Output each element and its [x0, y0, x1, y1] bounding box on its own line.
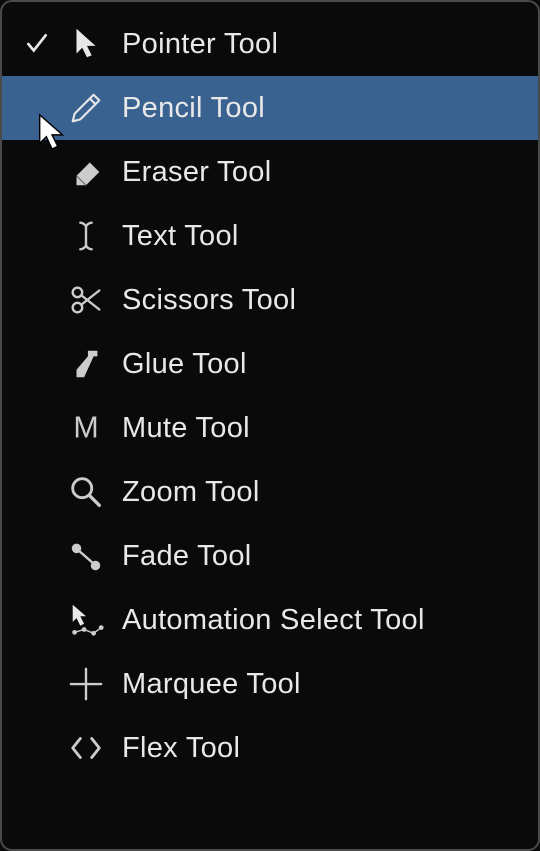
menu-item-glue[interactable]: Glue Tool	[2, 332, 538, 396]
glue-icon	[58, 345, 114, 383]
menu-label-fade: Fade Tool	[114, 540, 252, 573]
mute-icon: M	[58, 409, 114, 447]
menu-label-scissors: Scissors Tool	[114, 284, 296, 317]
menu-item-automation[interactable]: Automation Select Tool	[2, 588, 538, 652]
menu-item-fade[interactable]: Fade Tool	[2, 524, 538, 588]
menu-item-pointer[interactable]: Pointer Tool	[2, 12, 538, 76]
menu-label-text: Text Tool	[114, 220, 239, 253]
menu-item-zoom[interactable]: Zoom Tool	[2, 460, 538, 524]
menu-label-marquee: Marquee Tool	[114, 668, 301, 701]
menu-label-flex: Flex Tool	[114, 732, 240, 765]
menu-item-marquee[interactable]: Marquee Tool	[2, 652, 538, 716]
checkmark-icon	[24, 31, 50, 57]
menu-label-zoom: Zoom Tool	[114, 476, 260, 509]
menu-item-eraser[interactable]: Eraser Tool	[2, 140, 538, 204]
menu-label-pencil: Pencil Tool	[114, 92, 265, 125]
automation-icon	[58, 601, 114, 639]
menu-label-eraser: Eraser Tool	[114, 156, 271, 189]
pencil-icon	[58, 89, 114, 127]
flex-icon	[58, 729, 114, 767]
menu-item-pencil[interactable]: Pencil Tool	[2, 76, 538, 140]
menu-item-scissors[interactable]: Scissors Tool	[2, 268, 538, 332]
menu-item-mute[interactable]: M Mute Tool	[2, 396, 538, 460]
pointer-icon	[58, 25, 114, 63]
zoom-icon	[58, 473, 114, 511]
menu-item-text[interactable]: Text Tool	[2, 204, 538, 268]
menu-item-flex[interactable]: Flex Tool	[2, 716, 538, 780]
scissors-icon	[58, 281, 114, 319]
text-icon	[58, 217, 114, 255]
eraser-icon	[58, 153, 114, 191]
menu-label-mute: Mute Tool	[114, 412, 250, 445]
fade-icon	[58, 537, 114, 575]
marquee-icon	[58, 665, 114, 703]
checkmark-pointer	[16, 31, 58, 57]
menu-label-pointer: Pointer Tool	[114, 28, 278, 61]
menu-label-automation: Automation Select Tool	[114, 604, 425, 637]
menu-label-glue: Glue Tool	[114, 348, 247, 381]
svg-text:M: M	[73, 411, 98, 445]
tool-menu: Pointer Tool Pencil Tool Eraser Tool	[0, 0, 540, 851]
